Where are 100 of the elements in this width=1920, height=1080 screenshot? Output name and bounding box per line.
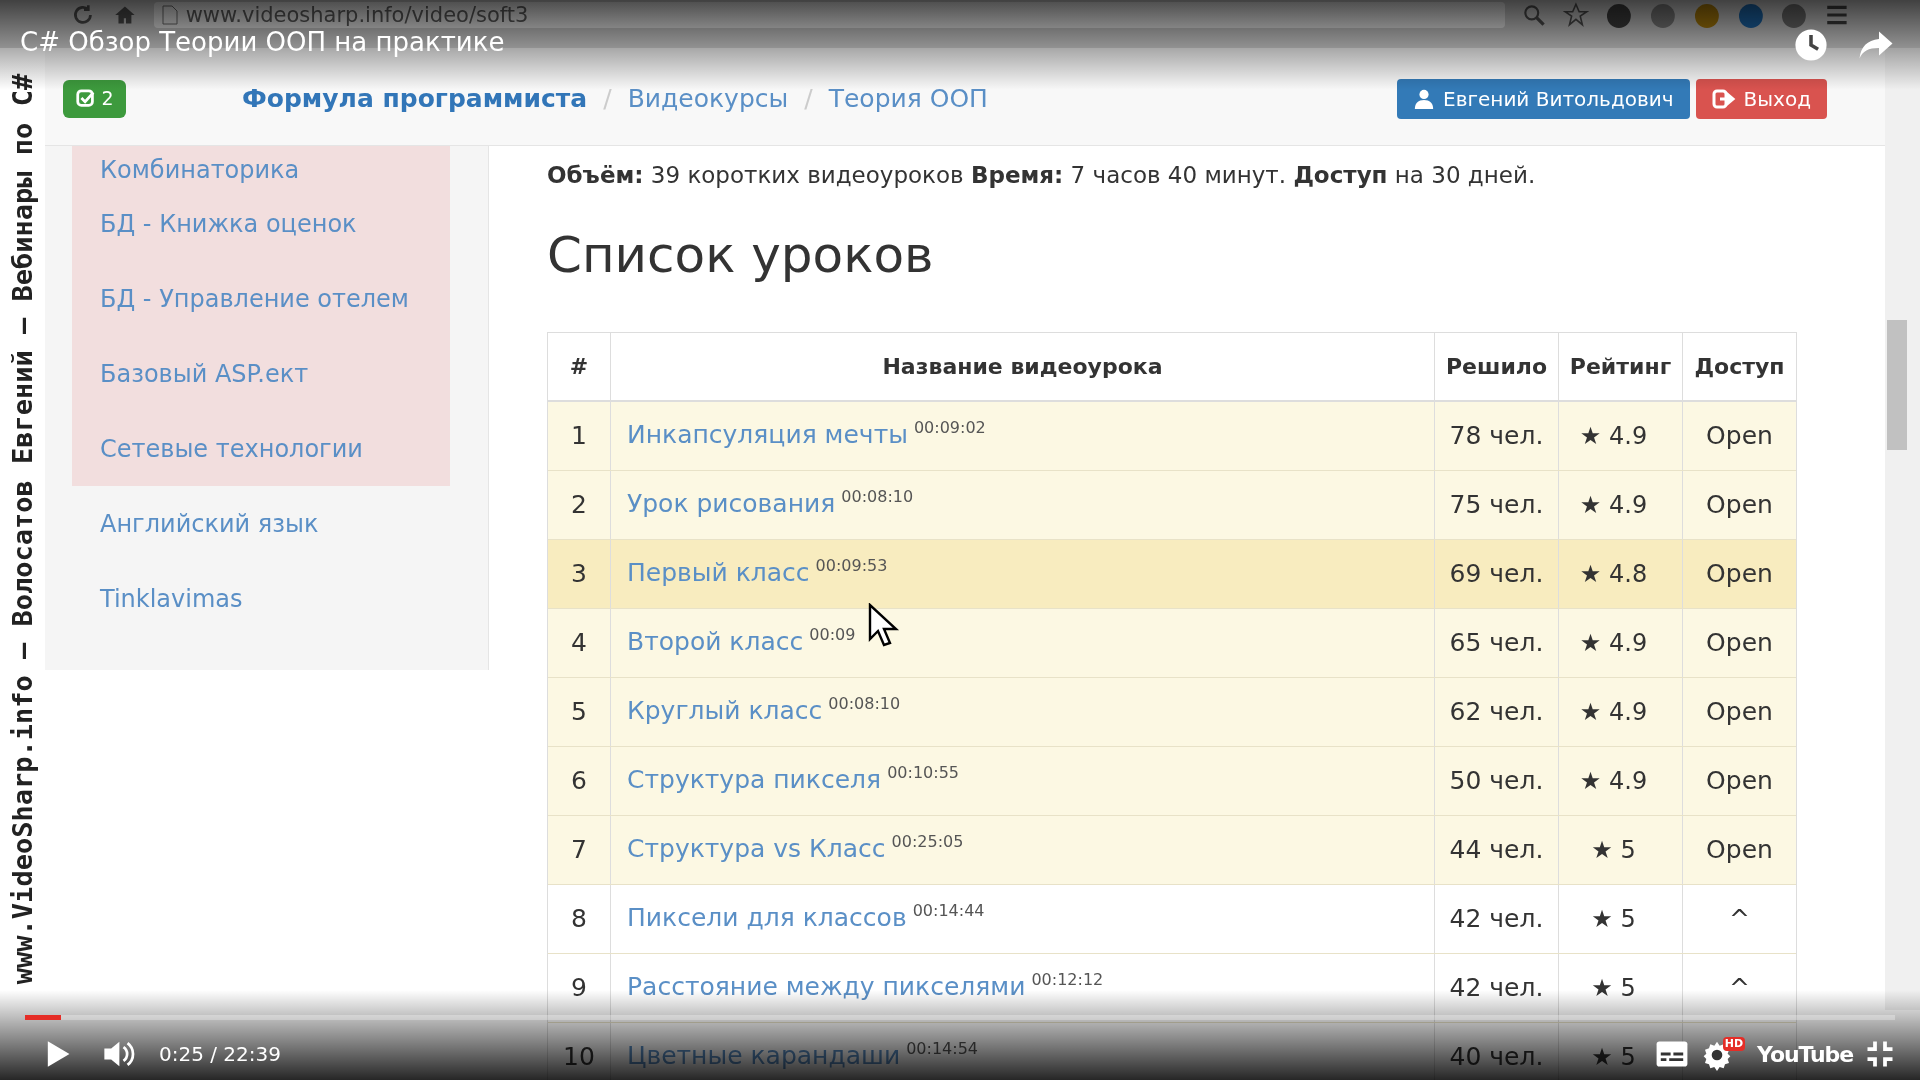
access-status: ^ [1729,903,1750,936]
volume-icon[interactable] [101,1039,135,1069]
lesson-duration: 00:08:10 [841,486,914,508]
lesson-duration: 00:09:53 [815,555,888,577]
rating: ★ 5 [1591,973,1636,1004]
lesson-duration: 00:14:44 [912,900,985,922]
lesson-link[interactable]: Структура пикселя [627,761,882,799]
access-status: Open [1706,765,1773,798]
lesson-duration: 00:12:12 [1031,969,1104,991]
column-header: Название видеоурока [610,333,1434,400]
video-title: C# Обзор Теории ООП на практике [20,28,505,56]
solved-count: 69 чел. [1449,558,1544,591]
lesson-link[interactable]: Инкапсуляция мечты [627,416,908,454]
breadcrumb-link[interactable]: Видеокурсы [627,79,789,118]
breadcrumb-separator: / [603,82,612,115]
page-icon [161,5,178,25]
lesson-link[interactable]: Структура vs Класс [627,830,886,868]
rating: ★ 4.9 [1579,421,1648,452]
solved-count: 42 чел. [1449,972,1544,1005]
row-number: 3 [548,540,610,608]
lesson-duration: 00:10:55 [887,762,959,784]
lesson-duration: 00:14:54 [906,1038,979,1060]
row-number: 9 [570,972,588,1005]
row-number: 5 [570,696,588,729]
solved-count: 50 чел. [1449,765,1544,798]
breadcrumb-separator: / [804,82,813,115]
logout-icon [1711,87,1736,110]
scrollbar-thumb[interactable] [1887,320,1907,450]
section-heading: Список уроков [547,225,935,286]
breadcrumb-link[interactable]: Теория ООП [828,79,988,118]
sidebar-link[interactable]: Tinklavimas [72,561,450,636]
column-header: Решило [1434,333,1558,400]
solved-count: 78 чел. [1449,420,1544,453]
sidebar-link[interactable]: Базовый ASP.ект [72,336,450,411]
lesson-link[interactable]: Пиксели для классов [627,899,907,937]
solved-count: 44 чел. [1449,834,1544,867]
lesson-link[interactable]: Круглый класс [627,692,823,730]
row-number: 2 [570,489,588,522]
zoom-icon[interactable] [1521,2,1548,28]
play-icon[interactable] [45,1040,71,1068]
exit-fullscreen-icon[interactable] [1865,1039,1895,1069]
star-icon[interactable] [1563,2,1590,28]
access-status: Open [1706,627,1773,660]
row-number: 8 [570,903,588,936]
lesson-link[interactable]: Расстояние между пикселями [627,968,1026,1006]
solved-count: 40 чел. [1449,1041,1544,1074]
logout-button[interactable]: Выход [1695,78,1827,119]
row-number: 10 [562,1041,596,1074]
subtitles-icon[interactable] [1655,1040,1690,1068]
sidebar-link[interactable]: БД - Книжка оценок [72,186,450,261]
course-summary: Объём: 39 коротких видеоуроков Время: 7 часов 40 минут. Доступ на 30 дней. [547,161,1537,190]
rating: ★ 4.9 [1579,628,1648,659]
column-header: Доступ [1682,333,1796,400]
badge-count: 2 [101,86,114,112]
mouse-cursor-icon [868,603,900,647]
lesson-link[interactable]: Второй класс [627,623,804,661]
solved-count: 42 чел. [1449,903,1544,936]
lesson-duration: 00:08:10 [828,693,901,715]
youtube-logo[interactable]: YouTube [1757,1037,1853,1071]
sidebar-link[interactable]: Комбинаторика [72,146,450,186]
solved-count: 75 чел. [1449,489,1544,522]
access-status: Open [1706,489,1773,522]
access-status: ^ [1729,972,1750,1005]
access-status: Open [1706,420,1773,453]
rating: ★ 4.9 [1579,766,1648,797]
access-status: Open [1706,696,1773,729]
row-number: 7 [570,834,588,867]
time-display: 0:25 / 22:39 [159,1041,281,1068]
rating: ★ 5 [1591,904,1636,935]
clock-icon[interactable] [1794,28,1828,62]
row-number: 1 [570,420,588,453]
column-header: Рейтинг [1558,333,1682,400]
lesson-duration: 00:25:05 [891,831,964,853]
rating: ★ 4.9 [1579,697,1648,728]
lesson-link[interactable]: Цветные карандаши [627,1037,901,1075]
user-button[interactable]: Евгений Витольдович [1397,78,1690,119]
hd-badge: HD [1722,1037,1746,1051]
site-brand-link[interactable]: Формула программиста [242,79,588,118]
row-number: 4 [570,627,588,660]
lesson-link[interactable]: Урок рисования [627,485,836,523]
side-caption: www.VideoSharp.info – Волосатов Евгений – Вебинары по C# [5,73,39,985]
solved-count: 62 чел. [1449,696,1544,729]
solved-badge[interactable]: 2 [63,79,126,118]
lesson-link[interactable]: Первый класс [627,554,810,592]
rating: ★ 4.9 [1579,490,1648,521]
progress-track[interactable] [25,1015,1895,1020]
row-number: 6 [570,765,588,798]
lesson-duration: 00:09 [809,624,856,646]
rating: ★ 5 [1591,1042,1636,1073]
sidebar-link[interactable]: БД - Управление отелем [72,261,450,336]
settings-button[interactable]: HD [1701,1037,1746,1071]
solved-count: 65 чел. [1449,627,1544,660]
sidebar-link[interactable]: Сетевые технологии [72,411,450,486]
lesson-duration: 00:09:02 [913,417,986,439]
rating: ★ 5 [1591,835,1636,866]
user-icon [1413,87,1436,110]
sidebar-link[interactable]: Английский язык [72,486,450,561]
rating: ★ 4.8 [1579,559,1648,590]
column-header: # [568,353,590,381]
access-status: Open [1706,834,1773,867]
